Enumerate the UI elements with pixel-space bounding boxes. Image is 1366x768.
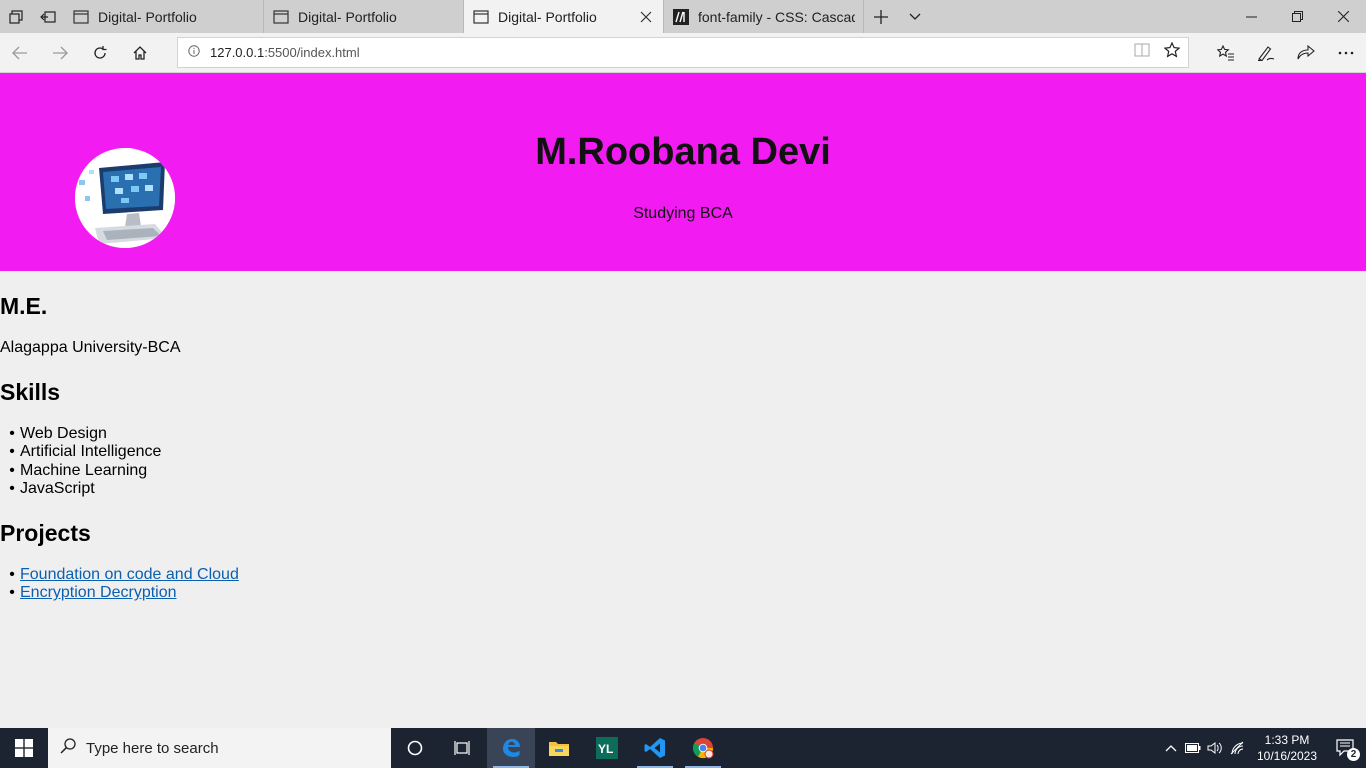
forward-arrow-icon[interactable]: [40, 33, 80, 73]
tab-2[interactable]: Digital- Portfolio: [264, 0, 464, 33]
education-heading: M.E.: [0, 293, 48, 319]
tab-strip: Digital- Portfolio Digital- Portfolio Di…: [0, 0, 1366, 33]
skills-list: • Web Design • Artificial Intelligence • Ma…: [0, 425, 161, 498]
tab-title: font-family - CSS: Cascading: [698, 8, 855, 25]
refresh-icon[interactable]: [80, 33, 120, 73]
tab-title: Digital- Portfolio: [498, 8, 597, 25]
list-item: • JavaScript: [9, 479, 95, 497]
yl-app-icon[interactable]: YL: [583, 728, 631, 768]
file-explorer-icon[interactable]: [535, 728, 583, 768]
list-item: • Web Design: [9, 425, 107, 442]
wifi-icon[interactable]: [1226, 728, 1248, 768]
list-item: • Machine Learning: [9, 461, 148, 479]
page-icon: [472, 8, 490, 26]
page-title: M.Roobana Devi: [535, 131, 831, 173]
restore-icon[interactable]: [1274, 0, 1320, 33]
page-icon: [72, 8, 90, 26]
project-link[interactable]: Encryption Decryption: [20, 584, 177, 602]
page-icon: [272, 8, 290, 26]
minimize-icon[interactable]: [1228, 0, 1274, 33]
navigation-bar: 127.0.0.1:5500/index.html: [0, 33, 1366, 73]
share-icon[interactable]: [1286, 33, 1326, 73]
url-text: 127.0.0.1:5500/index.html: [210, 45, 360, 60]
close-icon[interactable]: [637, 8, 655, 26]
list-item: • Encryption Decryption: [9, 584, 177, 602]
search-icon: [60, 738, 76, 758]
url-host: 127.0.0.1: [210, 45, 265, 60]
mdn-icon: [672, 8, 690, 26]
clock[interactable]: 1:33 PM 10/16/2023: [1248, 732, 1326, 764]
windows-start-icon[interactable]: [0, 728, 48, 768]
chevron-down-icon[interactable]: [898, 0, 932, 33]
chrome-icon[interactable]: [679, 728, 727, 768]
tab-manager-icon[interactable]: [0, 0, 32, 33]
url-path: :5500/index.html: [264, 45, 360, 60]
list-item: • Artificial Intelligence: [9, 443, 162, 461]
education-text: Alagappa University-BCA: [0, 339, 181, 356]
edge-browser-icon[interactable]: [487, 728, 535, 768]
notification-icon[interactable]: 2: [1326, 728, 1366, 768]
taskbar: Type here to search YL 1:33 PM 10/16/202…: [0, 728, 1366, 768]
back-arrow-icon[interactable]: [0, 33, 40, 73]
reading-view-icon[interactable]: [1134, 43, 1150, 62]
list-item: • Foundation on code and Cloud: [9, 566, 239, 584]
volume-icon[interactable]: [1204, 728, 1226, 768]
battery-icon[interactable]: [1182, 728, 1204, 768]
close-window-icon[interactable]: [1320, 0, 1366, 33]
clock-date: 10/16/2023: [1256, 749, 1318, 763]
pen-icon[interactable]: [1246, 33, 1286, 73]
address-bar[interactable]: 127.0.0.1:5500/index.html: [177, 37, 1189, 68]
home-icon[interactable]: [120, 33, 160, 73]
cortana-icon[interactable]: [391, 728, 439, 768]
new-tab-icon[interactable]: [864, 0, 898, 33]
set-aside-tabs-icon[interactable]: [32, 0, 64, 33]
skill-label: Machine Learning: [20, 461, 148, 479]
page-viewport: M.Roobana Devi Studying BCA M.E. Alagapp…: [0, 73, 1366, 728]
search-placeholder: Type here to search: [86, 739, 219, 757]
info-icon[interactable]: [188, 44, 200, 62]
notification-count: 2: [1347, 748, 1360, 761]
favorite-star-icon[interactable]: [1163, 41, 1181, 63]
favorites-icon[interactable]: [1206, 33, 1246, 73]
clock-time: 1:33 PM: [1264, 733, 1310, 747]
tab-4[interactable]: font-family - CSS: Cascading: [664, 0, 864, 33]
tab-title: Digital- Portfolio: [298, 8, 397, 25]
hero-header: M.Roobana Devi Studying BCA: [0, 73, 1366, 271]
tab-1[interactable]: Digital- Portfolio: [64, 0, 264, 33]
tab-3-active[interactable]: Digital- Portfolio: [464, 0, 664, 33]
projects-list: • Foundation on code and Cloud • Encryptio…: [0, 566, 239, 603]
chevron-up-icon[interactable]: [1160, 728, 1182, 768]
svg-text:YL: YL: [598, 742, 613, 756]
project-link[interactable]: Foundation on code and Cloud: [20, 566, 239, 584]
system-tray: 1:33 PM 10/16/2023 2: [1160, 728, 1366, 768]
more-icon[interactable]: [1326, 33, 1366, 73]
skill-label: Artificial Intelligence: [20, 443, 162, 461]
projects-heading: Projects: [0, 520, 91, 546]
skills-heading: Skills: [0, 379, 61, 405]
skill-label: JavaScript: [20, 479, 95, 497]
skill-label: Web Design: [20, 425, 107, 442]
tab-title: Digital- Portfolio: [98, 8, 197, 25]
taskbar-search-input[interactable]: Type here to search: [48, 728, 391, 768]
vscode-icon[interactable]: [631, 728, 679, 768]
task-view-icon[interactable]: [439, 728, 487, 768]
hero-subtitle: Studying BCA: [633, 205, 733, 222]
